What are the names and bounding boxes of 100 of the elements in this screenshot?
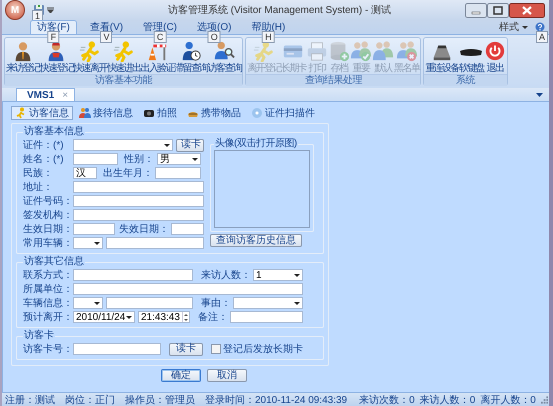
ribbon-button[interactable]: 软键盘 bbox=[458, 40, 484, 74]
section-title: 访客其它信息 bbox=[23, 256, 85, 268]
group-label: 查询结果处理 bbox=[246, 74, 420, 86]
time-field[interactable]: 21:43:43 bbox=[138, 311, 190, 323]
people-icon bbox=[79, 106, 91, 118]
ribbon-button[interactable]: 访客查询 bbox=[208, 40, 242, 74]
keytip: A bbox=[536, 31, 548, 43]
minimize-button[interactable] bbox=[465, 2, 487, 18]
people-check-icon bbox=[350, 40, 372, 62]
status-text: 操作员：管理员 bbox=[125, 394, 195, 406]
checkbox[interactable] bbox=[211, 344, 221, 354]
ribbon-tab[interactable]: 帮助(H) bbox=[244, 20, 292, 34]
field-label: 来访人数： bbox=[201, 268, 252, 282]
keytip: H bbox=[262, 31, 275, 43]
document-tab[interactable]: VMS1 × bbox=[16, 88, 76, 101]
form-tab[interactable]: 拍照 bbox=[139, 106, 181, 120]
date-field[interactable]: 2010/11/24 bbox=[73, 311, 135, 323]
people-icon bbox=[372, 40, 394, 62]
group-label: 系统 bbox=[424, 74, 508, 86]
section-title: 头像(双击打开原图) bbox=[214, 138, 298, 150]
field-label: 证件号码： bbox=[23, 195, 73, 208]
text-field[interactable] bbox=[106, 297, 193, 309]
text-field[interactable]: 汉 bbox=[73, 167, 97, 179]
dropdown[interactable]: 1 bbox=[253, 269, 303, 281]
field-label: 生效日期： bbox=[23, 222, 73, 236]
ribbon-tab[interactable]: 访客(F) bbox=[30, 20, 77, 34]
status-text: 来访次数：0 bbox=[359, 394, 415, 406]
text-field[interactable] bbox=[73, 343, 161, 355]
text-field[interactable] bbox=[155, 167, 201, 179]
status-text: 注册：测试 bbox=[5, 394, 55, 406]
field-label: 常用车辆： bbox=[23, 236, 73, 250]
form-tab[interactable]: 接待信息 bbox=[75, 106, 137, 120]
text-field[interactable] bbox=[171, 223, 204, 235]
form-tab[interactable]: 证件扫描件 bbox=[247, 106, 319, 120]
dropdown[interactable]: 男 bbox=[157, 153, 201, 165]
field-label: 事由： bbox=[201, 296, 232, 310]
ribbon-tab[interactable]: 查看(V) bbox=[82, 20, 130, 34]
database-icon bbox=[328, 40, 350, 62]
status-text: 离开人数：0 bbox=[480, 394, 536, 406]
text-field[interactable] bbox=[73, 209, 204, 221]
section-title: 访客基本信息 bbox=[23, 126, 85, 138]
power-icon bbox=[484, 40, 506, 62]
text-field[interactable] bbox=[73, 223, 115, 235]
ribbon-button[interactable]: 快速离开 bbox=[73, 40, 107, 74]
group-label: 访客基本功能 bbox=[5, 74, 242, 86]
read-card-button[interactable]: 读卡 bbox=[176, 138, 204, 152]
text-field[interactable] bbox=[73, 283, 303, 295]
ribbon-button[interactable]: 滞留查询 bbox=[174, 40, 208, 74]
field-label: 失效日期： bbox=[119, 222, 170, 236]
text-field[interactable] bbox=[230, 311, 303, 323]
field-label: 地址： bbox=[23, 180, 54, 194]
printer-icon bbox=[306, 40, 328, 62]
close-button[interactable] bbox=[509, 2, 545, 18]
text-field[interactable] bbox=[106, 237, 204, 249]
keytip: O bbox=[208, 31, 221, 43]
field-label: 访客卡号： bbox=[23, 342, 73, 356]
read-card-button[interactable]: 读卡 bbox=[169, 342, 203, 356]
field-label: 所属单位： bbox=[23, 282, 73, 296]
ribbon-button[interactable]: 重连设备 bbox=[425, 40, 459, 74]
ribbon-button[interactable]: 快速登记 bbox=[40, 40, 74, 74]
field-label: 联系方式： bbox=[23, 268, 73, 282]
caret-icon[interactable] bbox=[536, 92, 543, 96]
ribbon-tab[interactable]: 选项(O) bbox=[190, 20, 238, 34]
maximize-button[interactable] bbox=[487, 2, 509, 18]
form-tab[interactable]: 访客信息 bbox=[11, 106, 73, 120]
help-icon[interactable] bbox=[535, 22, 545, 32]
checkbox-label: 登记后发放长期卡 bbox=[223, 342, 303, 356]
status-text: 来访人数：0 bbox=[420, 394, 476, 406]
caret-icon[interactable] bbox=[47, 7, 54, 13]
keytip: C bbox=[154, 31, 166, 43]
keyboard-icon bbox=[460, 47, 482, 56]
text-field[interactable] bbox=[73, 181, 204, 193]
field-label: 备注： bbox=[198, 310, 229, 324]
text-field[interactable] bbox=[73, 195, 204, 207]
ribbon-button[interactable]: 来访登记 bbox=[6, 40, 40, 74]
dialog-button[interactable]: 取消 bbox=[207, 369, 247, 382]
text-field[interactable] bbox=[73, 153, 118, 165]
keytip: F bbox=[48, 31, 60, 43]
ribbon-button[interactable]: 退出 bbox=[484, 40, 506, 74]
field-label: 出生年月： bbox=[103, 166, 154, 180]
dropdown[interactable] bbox=[73, 237, 103, 249]
tab-label: VMS1 bbox=[27, 90, 54, 100]
resize-grip-icon[interactable] bbox=[540, 396, 548, 404]
dialog-button[interactable]: 确定 bbox=[161, 369, 201, 382]
photo-area[interactable] bbox=[214, 150, 310, 228]
status-text: 岗位：正门 bbox=[65, 394, 115, 406]
person-search-icon bbox=[213, 40, 236, 62]
history-button[interactable]: 查询访客历史信息 bbox=[210, 234, 302, 247]
style-menu[interactable]: 样式 bbox=[499, 20, 519, 34]
ribbon-tab[interactable]: 管理(C) bbox=[136, 20, 184, 34]
ribbon-button[interactable]: 出入验证 bbox=[140, 40, 174, 74]
form-tab[interactable]: 携带物品 bbox=[183, 106, 245, 120]
field-label: 签发机构： bbox=[23, 208, 73, 222]
ribbon-button[interactable]: 快速进出 bbox=[106, 40, 140, 74]
dropdown[interactable] bbox=[73, 297, 103, 309]
text-field[interactable] bbox=[73, 269, 193, 281]
field-label: 姓名：(*) bbox=[23, 153, 65, 166]
running-figure-icon bbox=[15, 106, 27, 118]
section-title: 访客卡 bbox=[23, 330, 55, 342]
window-title: 访客管理系统 (Visitor Management System) - 测试 bbox=[166, 4, 392, 17]
